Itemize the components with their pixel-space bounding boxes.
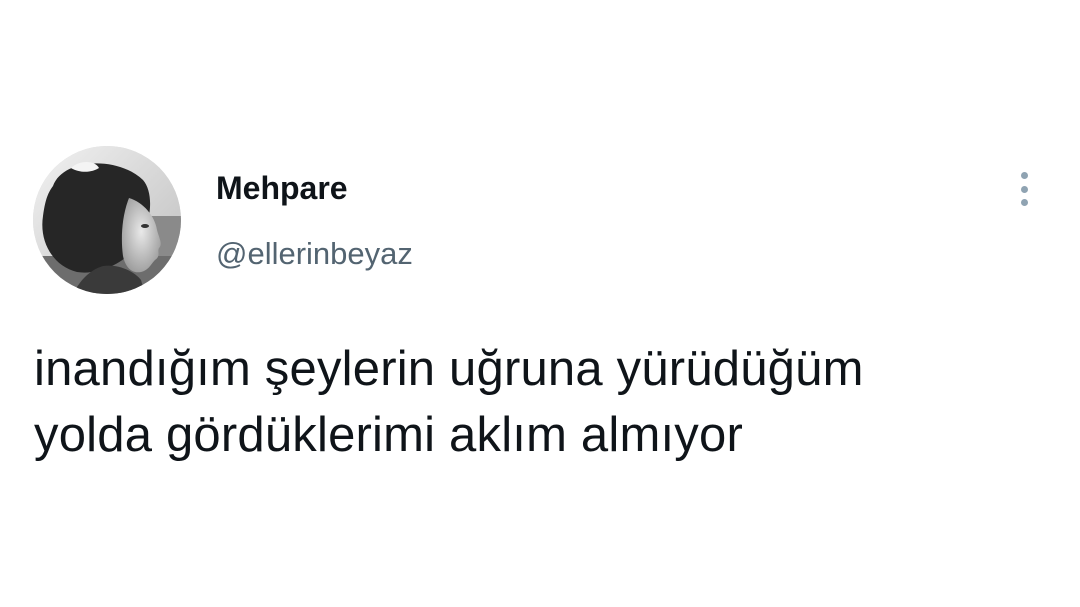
tweet-text-line: yolda gördüklerimi aklım almıyor <box>34 408 743 462</box>
profile-photo-icon <box>33 146 181 294</box>
more-options-button[interactable] <box>1006 168 1042 210</box>
more-vertical-icon <box>1020 199 1028 206</box>
avatar[interactable] <box>33 146 181 294</box>
more-vertical-icon <box>1020 172 1028 179</box>
more-vertical-icon <box>1020 185 1028 193</box>
author-handle[interactable]: @ellerinbeyaz <box>216 234 413 274</box>
tweet-card: Mehpare @ellerinbeyaz inandığım şeylerin… <box>0 0 1080 607</box>
author-display-name[interactable]: Mehpare <box>216 168 348 208</box>
tweet-text: inandığım şeylerin uğruna yürüdüğüm yold… <box>34 336 1054 468</box>
tweet-text-line: inandığım şeylerin uğruna yürüdüğüm <box>34 342 864 396</box>
